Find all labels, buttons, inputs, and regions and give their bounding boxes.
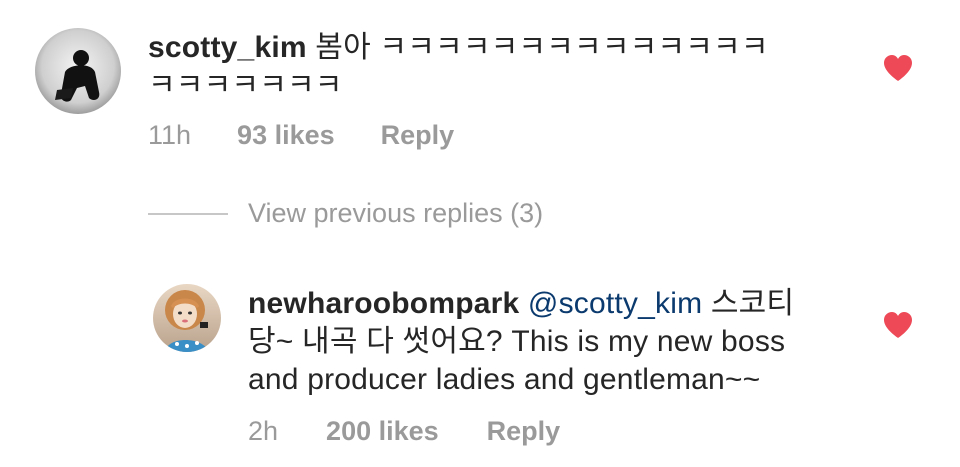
comment-text-newharoobompark: newharoobompark @scotty_kim 스코티 당~ 내곡 다 …	[248, 285, 848, 399]
mention-scotty-kim[interactable]: @scotty_kim	[528, 287, 702, 320]
comment-body-line2: ㅋㅋㅋㅋㅋㅋㅋ	[148, 69, 343, 102]
timestamp: 2h	[248, 416, 279, 446]
heart-icon[interactable]	[882, 53, 914, 83]
comment-body-line2: 당~ 내곡 다 썻어요? This is my new boss	[248, 325, 786, 358]
comment-text-scotty-kim: scotty_kim 봄아 ㅋㅋㅋㅋㅋㅋㅋㅋㅋㅋㅋㅋㅋㅋ ㅋㅋㅋㅋㅋㅋㅋ	[148, 29, 848, 105]
reply-button[interactable]: Reply	[381, 120, 455, 151]
avatar-newharoobompark[interactable]	[153, 284, 221, 352]
comment-meta-newharoobompark: 2h 200 likes Reply	[248, 416, 560, 447]
comment-meta-scotty-kim: 11h 93 likes Reply	[148, 120, 454, 151]
view-previous-replies[interactable]: View previous replies (3)	[148, 198, 543, 229]
view-replies-label[interactable]: View previous replies (3)	[248, 198, 543, 229]
reply-button[interactable]: Reply	[487, 416, 561, 447]
comment-body: 스코티	[710, 287, 795, 320]
username-scotty-kim[interactable]: scotty_kim	[148, 31, 307, 64]
likes-count[interactable]: 200 likes	[326, 416, 439, 447]
likes-count[interactable]: 93 likes	[237, 120, 335, 151]
comment-body-line3: and producer ladies and gentleman~~	[248, 363, 761, 396]
comment-body: 봄아 ㅋㅋㅋㅋㅋㅋㅋㅋㅋㅋㅋㅋㅋㅋ	[315, 31, 769, 64]
replies-divider	[148, 212, 228, 215]
heart-icon[interactable]	[882, 310, 914, 340]
username-newharoobompark[interactable]: newharoobompark	[248, 287, 519, 320]
avatar-scotty-kim[interactable]	[35, 28, 121, 114]
timestamp: 11h	[148, 120, 192, 150]
